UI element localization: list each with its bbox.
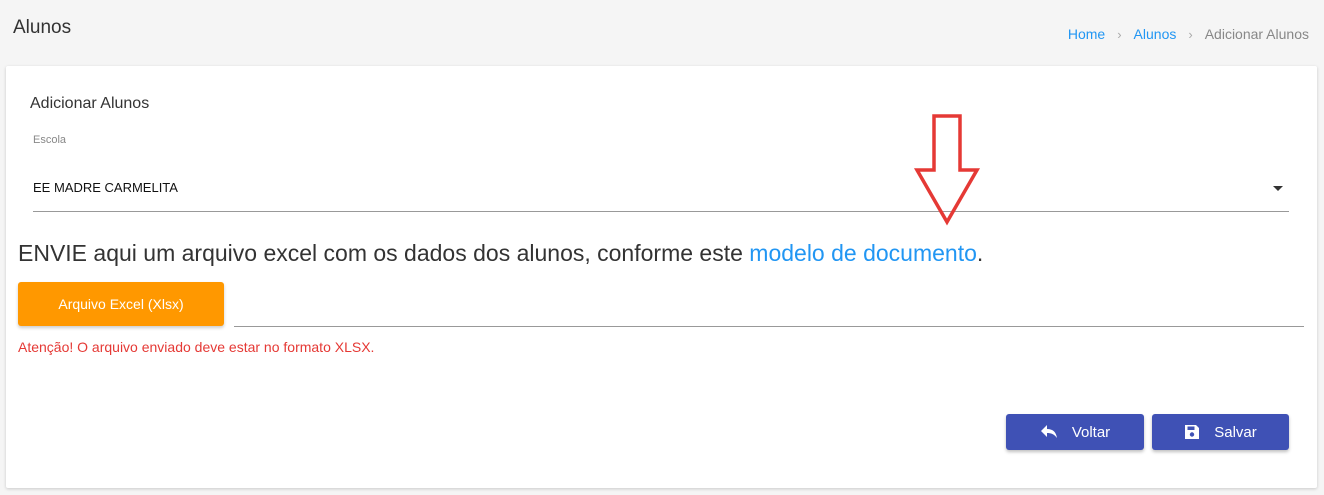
breadcrumb-current: Adicionar Alunos bbox=[1204, 26, 1309, 42]
breadcrumb-home[interactable]: Home bbox=[1068, 26, 1105, 42]
instruction-end: . bbox=[976, 240, 984, 266]
down-arrow-annotation-icon bbox=[913, 114, 981, 226]
back-button[interactable]: Voltar bbox=[1006, 414, 1144, 450]
upload-instruction: ENVIE aqui um arquivo excel com os dados… bbox=[18, 240, 983, 267]
page-title: Alunos bbox=[13, 17, 72, 38]
school-select[interactable]: EE MADRE CARMELITA bbox=[33, 166, 1289, 212]
floppy-disk-icon bbox=[1184, 424, 1200, 440]
school-select-value: EE MADRE CARMELITA bbox=[33, 180, 178, 195]
breadcrumb-separator: › bbox=[1117, 26, 1122, 42]
breadcrumb-alunos[interactable]: Alunos bbox=[1134, 26, 1177, 42]
breadcrumb-separator: › bbox=[1188, 26, 1193, 42]
upload-excel-button[interactable]: Arquivo Excel (Xlsx) bbox=[18, 282, 224, 326]
save-button-label: Salvar bbox=[1214, 423, 1257, 441]
form-card: Adicionar Alunos Escola EE MADRE CARMELI… bbox=[6, 66, 1317, 488]
breadcrumb: Home › Alunos › Adicionar Alunos bbox=[1068, 26, 1309, 42]
save-button[interactable]: Salvar bbox=[1152, 414, 1289, 450]
instruction-text: ENVIE aqui um arquivo excel com os dados… bbox=[18, 240, 750, 266]
format-warning: Atenção! O arquivo enviado deve estar no… bbox=[18, 339, 375, 355]
document-template-link[interactable]: modelo de documento bbox=[749, 240, 977, 266]
form-title: Adicionar Alunos bbox=[30, 95, 150, 112]
caret-down-icon[interactable] bbox=[1273, 186, 1283, 191]
back-button-label: Voltar bbox=[1071, 423, 1111, 441]
reply-arrow-icon bbox=[1040, 424, 1058, 440]
school-label: Escola bbox=[33, 134, 67, 146]
file-name-field[interactable] bbox=[234, 326, 1304, 327]
